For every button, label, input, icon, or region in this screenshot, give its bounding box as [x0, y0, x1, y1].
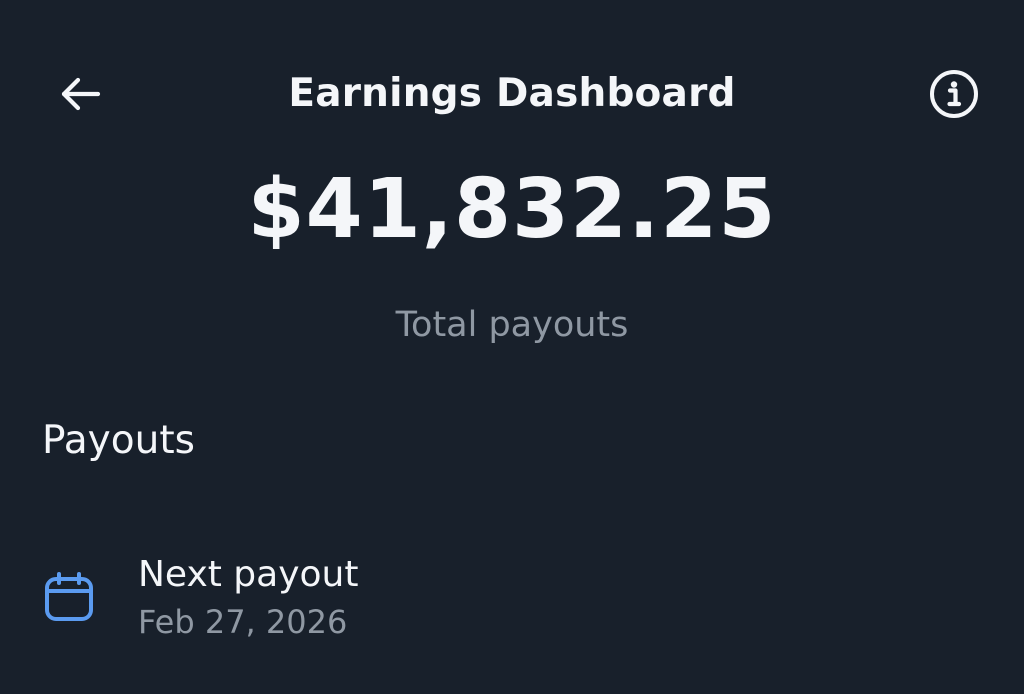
top-bar: Earnings Dashboard: [0, 58, 1024, 130]
earnings-dashboard-screen: Earnings Dashboard $41,832.25 Total payo…: [0, 0, 1024, 694]
info-circle-icon: [928, 68, 980, 120]
page-title: Earnings Dashboard: [288, 71, 736, 116]
next-payout-title: Next payout: [138, 554, 359, 595]
total-payouts-label: Total payouts: [395, 305, 629, 345]
payouts-section-heading: Payouts: [42, 418, 195, 463]
next-payout-date: Feb 27, 2026: [138, 603, 348, 641]
info-button[interactable]: [924, 66, 984, 122]
calendar-icon: [42, 570, 96, 624]
total-payouts-amount: $41,832.25: [247, 162, 777, 257]
next-payout-row[interactable]: Next payout Feb 27, 2026: [0, 540, 1024, 650]
